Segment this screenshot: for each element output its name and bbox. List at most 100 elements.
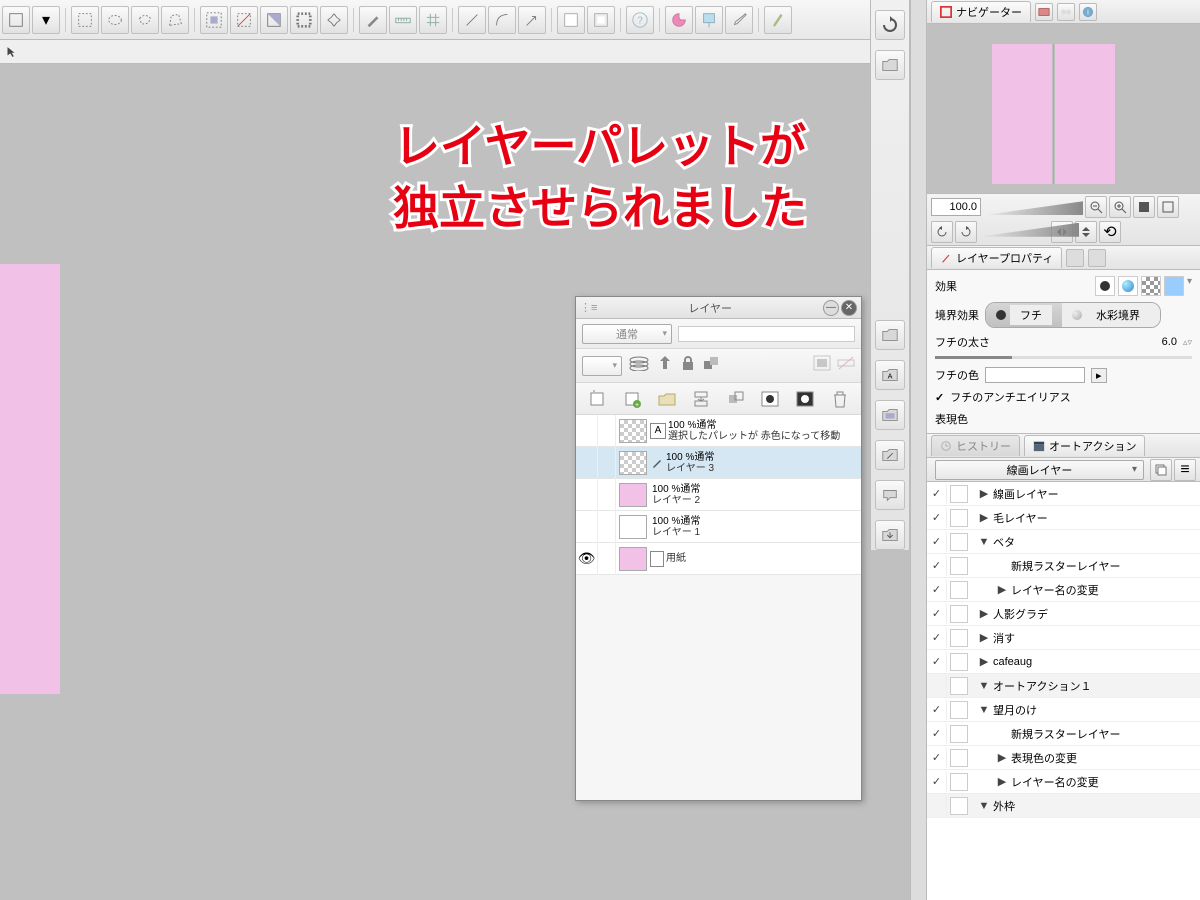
document-page[interactable] xyxy=(0,264,60,694)
tab-extra-icon[interactable] xyxy=(1035,3,1053,21)
visibility-icon[interactable] xyxy=(576,415,598,447)
folder-image-icon[interactable] xyxy=(875,400,905,430)
tool-fill-outside-icon[interactable] xyxy=(587,6,615,34)
tool-palette-icon[interactable] xyxy=(665,6,693,34)
history-tab[interactable]: ヒストリー xyxy=(931,435,1020,456)
tab-info-icon[interactable]: i xyxy=(1079,3,1097,21)
new-folder-icon[interactable] xyxy=(654,387,680,411)
tool-marquee-icon[interactable] xyxy=(71,6,99,34)
layer-item[interactable]: 100 %通常レイヤー 3 xyxy=(576,447,861,479)
border-color-picker-button[interactable]: ▸ xyxy=(1091,368,1107,383)
folder-down-icon[interactable] xyxy=(875,520,905,550)
tool-grid-icon[interactable] xyxy=(419,6,447,34)
tool-border-icon[interactable] xyxy=(290,6,318,34)
layer-item[interactable]: 👁 用紙 xyxy=(576,543,861,575)
autoaction-item[interactable]: ✓ ▶ レイヤー名の変更 xyxy=(927,578,1200,602)
tool-invert-icon[interactable] xyxy=(260,6,288,34)
tool-brush-icon[interactable] xyxy=(764,6,792,34)
folder-icon[interactable] xyxy=(875,50,905,80)
apply-mask-icon[interactable] xyxy=(792,387,818,411)
visibility-icon[interactable] xyxy=(576,447,598,479)
autoaction-item[interactable]: ✓ ▼ ベタ xyxy=(927,530,1200,554)
antialias-label[interactable]: フチのアンチエイリアス xyxy=(950,389,1071,405)
rotate-right-icon[interactable] xyxy=(955,221,977,243)
effect-dot-icon[interactable] xyxy=(1095,276,1115,296)
checkbox[interactable] xyxy=(927,796,947,816)
tool-deselect-icon[interactable] xyxy=(230,6,258,34)
checkbox[interactable]: ✓ xyxy=(927,748,947,768)
zoom-in-icon[interactable] xyxy=(1109,196,1131,218)
navigator-preview[interactable] xyxy=(927,24,1200,194)
merge-down-icon[interactable] xyxy=(688,387,714,411)
fit-icon[interactable] xyxy=(1133,196,1155,218)
autoaction-item[interactable]: ✓ ▶ レイヤー名の変更 xyxy=(927,770,1200,794)
lock-icon[interactable] xyxy=(680,355,696,376)
tool-polygon-icon[interactable] xyxy=(161,6,189,34)
tool-help-icon[interactable]: ? xyxy=(626,6,654,34)
tool-ruler-icon[interactable] xyxy=(389,6,417,34)
minimize-icon[interactable]: — xyxy=(823,300,839,316)
boundary-toggle[interactable]: フチ 水彩境界 xyxy=(985,302,1161,328)
aa-menu-icon[interactable]: ≡ xyxy=(1174,459,1196,481)
autoaction-item[interactable]: ✓ ▶ 人影グラデ xyxy=(927,602,1200,626)
autoaction-item[interactable]: ✓ ▶ 表現色の変更 xyxy=(927,746,1200,770)
autoaction-item[interactable]: ✓ 新規ラスターレイヤー xyxy=(927,722,1200,746)
combine-icon[interactable] xyxy=(723,387,749,411)
checkbox[interactable]: ✓ xyxy=(927,532,947,552)
layer-item[interactable]: 100 %通常レイヤー 1 xyxy=(576,511,861,543)
tool-line-icon[interactable] xyxy=(458,6,486,34)
checkbox[interactable]: ✓ xyxy=(927,772,947,792)
checkbox[interactable]: ✓ xyxy=(927,580,947,600)
effect-checker-icon[interactable] xyxy=(1141,276,1161,296)
folder-pen-icon[interactable] xyxy=(875,440,905,470)
border-color-swatch[interactable] xyxy=(985,367,1085,383)
stack-icon[interactable] xyxy=(628,355,650,376)
checkbox[interactable]: ✓ xyxy=(927,724,947,744)
tool-pen-icon[interactable] xyxy=(359,6,387,34)
mask-icon[interactable] xyxy=(813,355,831,376)
autoaction-item[interactable]: ✓ ▼ 望月のけ xyxy=(927,698,1200,722)
visibility-icon[interactable]: 👁 xyxy=(576,543,598,575)
tool-btn[interactable]: ▾ xyxy=(32,6,60,34)
checkbox[interactable] xyxy=(927,676,947,696)
autoaction-item[interactable]: ✓ ▶ 消す xyxy=(927,626,1200,650)
checkbox[interactable]: ✓ xyxy=(927,628,947,648)
tool-btn[interactable] xyxy=(2,6,30,34)
aa-copy-icon[interactable] xyxy=(1150,459,1172,481)
tool-arrow-icon[interactable] xyxy=(518,6,546,34)
checkbox[interactable]: ✓ xyxy=(927,652,947,672)
tool-shrink-icon[interactable] xyxy=(320,6,348,34)
checkbox[interactable]: ✓ xyxy=(927,604,947,624)
tool-select-all-icon[interactable] xyxy=(200,6,228,34)
tool-eyedrop-icon[interactable] xyxy=(725,6,753,34)
ruler-off-icon[interactable] xyxy=(837,355,855,376)
autoaction-item[interactable]: ▼ 外枠 xyxy=(927,794,1200,818)
tool-ellipse-icon[interactable] xyxy=(101,6,129,34)
new-layer-icon[interactable] xyxy=(584,387,610,411)
visibility-icon[interactable] xyxy=(576,511,598,543)
visibility-icon[interactable] xyxy=(576,479,598,511)
layer-property-tab[interactable]: レイヤープロパティ xyxy=(931,247,1062,268)
autoaction-tab[interactable]: オートアクション xyxy=(1024,435,1145,456)
checkbox[interactable]: ✓ xyxy=(927,556,947,576)
zoom-out-icon[interactable] xyxy=(1085,196,1107,218)
folder-new-icon[interactable] xyxy=(875,320,905,350)
tool-curve-icon[interactable] xyxy=(488,6,516,34)
checkbox[interactable]: ✓ xyxy=(927,484,947,504)
fit-screen-icon[interactable] xyxy=(1157,196,1179,218)
autoaction-item[interactable]: ✓ ▶ cafeaug xyxy=(927,650,1200,674)
refresh-icon[interactable] xyxy=(875,10,905,40)
reset-rotation-icon[interactable]: ⟲ xyxy=(1099,221,1121,243)
layer-palette-title-bar[interactable]: ⋮≡ レイヤー — ✕ xyxy=(576,297,861,319)
checkbox[interactable]: ✓ xyxy=(927,508,947,528)
folder-text-icon[interactable]: A xyxy=(875,360,905,390)
effect-sphere-icon[interactable] xyxy=(1118,276,1138,296)
border-width-slider[interactable] xyxy=(935,356,1192,359)
reference-icon[interactable] xyxy=(656,354,674,377)
checkbox[interactable]: ✓ xyxy=(927,700,947,720)
rotate-left-icon[interactable] xyxy=(931,221,953,243)
dock-grip[interactable] xyxy=(911,0,927,900)
autoaction-item[interactable]: ✓ ▶ 線画レイヤー xyxy=(927,482,1200,506)
tab-extra[interactable] xyxy=(1066,249,1084,267)
tool-lasso-icon[interactable] xyxy=(131,6,159,34)
